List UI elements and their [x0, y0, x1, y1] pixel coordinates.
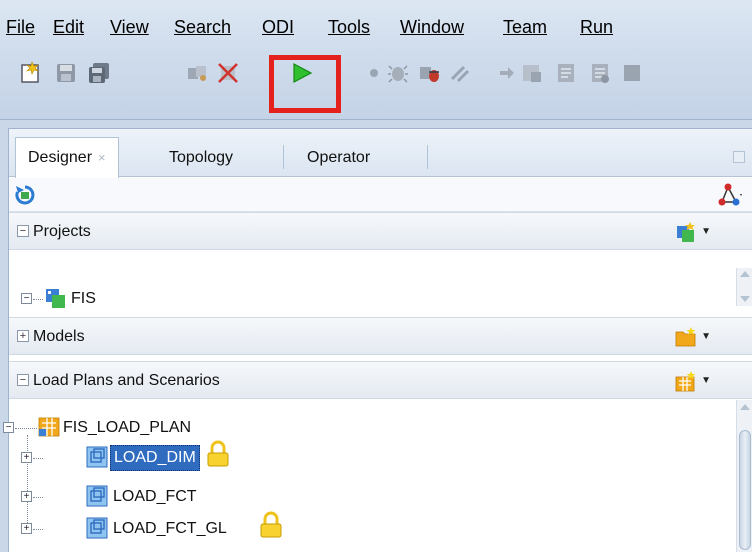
- tree-connector: [27, 435, 28, 529]
- tab-topology[interactable]: Topology: [157, 139, 245, 177]
- window-icon[interactable]: [520, 61, 544, 85]
- scroll-up-icon[interactable]: [740, 271, 750, 277]
- scroll-thumb[interactable]: [739, 430, 751, 550]
- tree-item-load-fct-gl[interactable]: LOAD_FCT_GL: [113, 517, 227, 541]
- step-icon[interactable]: [418, 61, 442, 85]
- save-all-icon[interactable]: [87, 61, 111, 85]
- refresh-icon[interactable]: [13, 183, 37, 207]
- dropdown-icon[interactable]: ▼: [701, 318, 711, 355]
- menu-odi[interactable]: ODI: [262, 14, 294, 40]
- tab-divider: [283, 145, 284, 169]
- bug-icon[interactable]: [386, 61, 410, 85]
- scenario-icon: [85, 516, 109, 540]
- tree-connector: [33, 529, 43, 530]
- tab-operator[interactable]: Operator: [295, 139, 382, 177]
- tree-item-fis-load-plan[interactable]: FIS_LOAD_PLAN: [63, 416, 191, 440]
- ide-chrome: File Edit View Search ODI Tools Window T…: [0, 0, 752, 120]
- debug-icon[interactable]: [185, 61, 209, 85]
- load-plans-scrollbar[interactable]: [736, 400, 752, 552]
- menu-edit[interactable]: Edit: [53, 14, 84, 40]
- scroll-down-icon[interactable]: [740, 296, 750, 302]
- accordion-models[interactable]: + Models ▼: [9, 317, 752, 355]
- dropdown-icon[interactable]: ▼: [701, 362, 711, 399]
- projects-scrollbar[interactable]: [736, 268, 752, 306]
- main-toolbar: [0, 55, 752, 95]
- tree-expand-icon[interactable]: +: [21, 523, 32, 534]
- project-new-icon[interactable]: [675, 221, 697, 243]
- scenario-icon: [85, 484, 109, 508]
- tab-strip: Designer × Topology Operator: [9, 129, 752, 178]
- run-highlight-box: [269, 55, 341, 113]
- tree-expand-icon[interactable]: +: [21, 452, 32, 463]
- more-icon[interactable]: [620, 61, 644, 85]
- load-plan-new-icon[interactable]: [675, 370, 697, 392]
- new-icon[interactable]: [18, 61, 42, 85]
- tree-expand-icon[interactable]: +: [21, 491, 32, 502]
- accordion-load-plans[interactable]: − Load Plans and Scenarios ▼: [9, 361, 752, 399]
- lock-icon: [205, 440, 231, 468]
- tree-item-load-dim[interactable]: LOAD_DIM: [110, 445, 200, 471]
- expand-icon[interactable]: +: [17, 330, 29, 342]
- menu-window[interactable]: Window: [400, 14, 464, 40]
- menu-search[interactable]: Search: [174, 14, 231, 40]
- scenario-icon: [85, 445, 109, 469]
- minimize-icon[interactable]: [733, 151, 745, 163]
- save-icon[interactable]: [54, 61, 78, 85]
- note-icon[interactable]: [554, 61, 578, 85]
- navigator-panel: Designer × Topology Operator − Projects ▼…: [3, 128, 752, 552]
- tree-item-fis[interactable]: FIS: [71, 287, 96, 311]
- dropdown-icon[interactable]: ▼: [701, 213, 711, 250]
- menu-team[interactable]: Team: [503, 14, 547, 40]
- tree-item-load-fct[interactable]: LOAD_FCT: [113, 485, 197, 509]
- tab-close-icon[interactable]: ×: [98, 150, 106, 165]
- model-folder-icon[interactable]: [675, 326, 697, 348]
- menu-tools[interactable]: Tools: [328, 14, 370, 40]
- step-over-icon[interactable]: [448, 61, 472, 85]
- menu-bar: File Edit View Search ODI Tools Window T…: [0, 14, 752, 40]
- accordion-projects[interactable]: − Projects ▼: [9, 212, 752, 250]
- collapse-icon[interactable]: −: [17, 374, 29, 386]
- project-icon: [44, 287, 68, 309]
- stop-icon[interactable]: [216, 61, 240, 85]
- tab-divider: [427, 145, 428, 169]
- breakpoint-icon[interactable]: [362, 61, 386, 85]
- menu-view[interactable]: View: [110, 14, 149, 40]
- tab-designer[interactable]: Designer ×: [15, 137, 119, 178]
- arrow-icon[interactable]: [495, 61, 519, 85]
- menu-file[interactable]: File: [6, 14, 35, 40]
- tree-connector: [15, 428, 37, 429]
- tree-collapse-icon[interactable]: −: [3, 422, 14, 433]
- note-alt-icon[interactable]: [588, 61, 612, 85]
- accordion-load-plans-label: Load Plans and Scenarios: [33, 372, 220, 389]
- scroll-up-icon[interactable]: [740, 404, 750, 410]
- tree-collapse-icon[interactable]: −: [21, 293, 32, 304]
- tree-connector: [33, 299, 43, 300]
- collapse-icon[interactable]: −: [17, 225, 29, 237]
- tree-connector: [33, 458, 43, 459]
- menu-run[interactable]: Run: [580, 14, 613, 40]
- load-plan-icon: [37, 415, 65, 439]
- tree-connector: [33, 497, 43, 498]
- accordion-models-label: Models: [33, 328, 85, 345]
- accordion-projects-label: Projects: [33, 223, 91, 240]
- navigator-toolbar: [9, 178, 752, 212]
- connect-navigator-icon[interactable]: [717, 182, 743, 208]
- lock-icon: [258, 511, 284, 539]
